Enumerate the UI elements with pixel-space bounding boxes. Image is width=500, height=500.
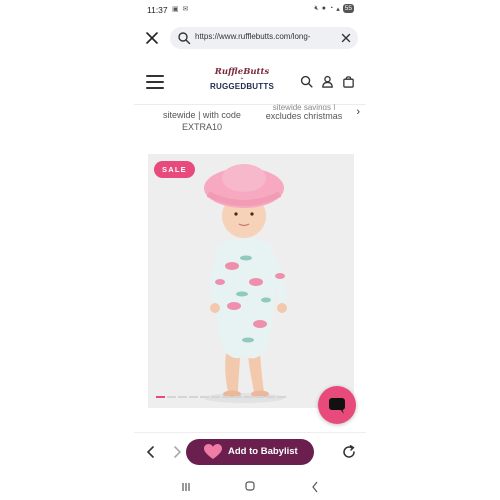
site-header: RuffleButts + RUGGEDBUTTS (134, 60, 366, 105)
carousel-dot[interactable] (167, 396, 176, 398)
promo-line: sitewide | with code (163, 110, 241, 120)
search-icon (178, 32, 191, 45)
url-text[interactable]: https://www.rufflebutts.com/long- (195, 32, 335, 41)
carousel-dot[interactable] (189, 396, 198, 398)
url-field[interactable]: https://www.rufflebutts.com/long- (170, 27, 358, 49)
chat-icon (329, 398, 345, 414)
carousel-dot[interactable] (244, 396, 253, 398)
chevron-right-icon[interactable] (172, 446, 182, 458)
browser-bottom-bar: Add to Babylist (134, 432, 366, 473)
baby-photo (148, 154, 354, 408)
close-icon[interactable] (144, 30, 160, 46)
system-nav-bar (134, 474, 366, 498)
carousel-dot[interactable] (277, 396, 286, 398)
browser-url-bar: https://www.rufflebutts.com/long- (134, 22, 366, 54)
recent-apps-icon[interactable] (181, 482, 191, 492)
sale-badge: SALE (154, 161, 195, 178)
carousel-dot[interactable] (211, 396, 220, 398)
add-to-babylist-label: Add to Babylist (228, 446, 298, 457)
logo-ruggedbutts: RUGGEDBUTTS (210, 82, 274, 91)
wifi-icon: ◔ (329, 5, 334, 12)
phone-screen: 11:37 ▣ ✉ 🔇︎ ● ◔ ▴ 55 https://www.ruffle… (134, 0, 366, 500)
account-icon[interactable] (321, 75, 334, 88)
location-icon: ● (321, 5, 327, 12)
carousel-dots[interactable] (156, 396, 286, 398)
clear-icon[interactable] (340, 32, 352, 44)
carousel-dot[interactable] (255, 396, 264, 398)
promo-message-2: sitewide savings | excludes christmas (254, 102, 354, 122)
promo-line: excludes christmas (265, 111, 343, 121)
chat-button[interactable] (318, 386, 356, 424)
mute-icon: 🔇︎ (314, 4, 319, 12)
notification-icons: ▣ ✉ (172, 6, 190, 13)
carousel-dot[interactable] (222, 396, 231, 398)
heart-icon (204, 444, 222, 459)
carousel-dot[interactable] (178, 396, 187, 398)
home-icon[interactable] (245, 481, 255, 491)
promo-code: EXTRA10 (181, 122, 223, 132)
carousel-dot[interactable] (266, 396, 275, 398)
carousel-dot[interactable] (156, 396, 165, 398)
status-time: 11:37 (147, 5, 168, 15)
shopping-bag-icon[interactable] (342, 75, 355, 88)
battery-level: 55 (342, 4, 354, 13)
system-status-icons: 🔇︎ ● ◔ ▴ 55 (314, 4, 354, 13)
promo-line-partial: sitewide savings | (272, 103, 336, 110)
search-icon[interactable] (300, 75, 313, 88)
refresh-icon[interactable] (342, 445, 356, 459)
chevron-left-icon[interactable] (146, 446, 156, 458)
hamburger-menu-icon[interactable] (146, 75, 164, 89)
carousel-dot[interactable] (233, 396, 242, 398)
product-image[interactable]: SALE (148, 154, 354, 408)
promo-message-1: sitewide | with code EXTRA10 (150, 109, 254, 133)
site-logo[interactable]: RuffleButts + RUGGEDBUTTS (210, 67, 274, 92)
signal-icon: ▴ (336, 5, 340, 13)
promo-next-arrow-icon[interactable]: › (356, 106, 360, 118)
promo-banner: sitewide | with code EXTRA10 sitewide sa… (134, 103, 366, 140)
system-back-icon[interactable] (311, 481, 319, 493)
add-to-babylist-button[interactable]: Add to Babylist (186, 439, 314, 465)
carousel-dot[interactable] (200, 396, 209, 398)
status-bar: 11:37 ▣ ✉ 🔇︎ ● ◔ ▴ 55 (134, 0, 366, 20)
